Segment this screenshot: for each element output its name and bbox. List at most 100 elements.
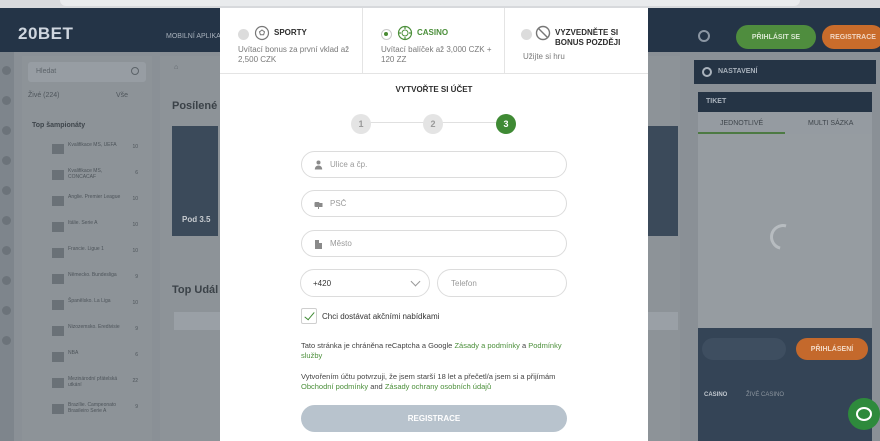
step-3-active: 3	[496, 114, 516, 134]
offers-checkbox[interactable]	[301, 308, 317, 324]
league-name: NBA	[68, 350, 79, 356]
country-flag-icon	[52, 222, 64, 232]
country-flag-icon	[52, 170, 64, 180]
events-filter-bar	[174, 312, 220, 330]
league-row: Brazílie. Campeonato Brasileiro Serie A 9	[30, 402, 144, 420]
league-count: 9	[135, 404, 138, 410]
league-name: Nizozemsko. Eredivisie	[68, 324, 120, 330]
login-button: PŘIHLÁSIT SE	[736, 25, 816, 49]
step-title: VYTVOŘTE SI ÚČET	[395, 85, 473, 94]
browser-url-bar	[60, 0, 800, 6]
ticket-tabs: JEDNOTLIVÉ MULTI SÁZKA	[698, 112, 872, 134]
league-row: Mezinárodní přátelská utkání 22	[30, 376, 144, 394]
promo-section-title: Posílené	[172, 100, 218, 112]
product-option-casino[interactable]: CASINO Uvítací balíček až 3,000 CZK + 12…	[362, 8, 504, 74]
league-row: Kvalifikace MS, UEFA 10	[30, 142, 144, 160]
phone-prefix-select[interactable]: +420	[300, 269, 430, 297]
recaptcha-and: a	[519, 341, 529, 350]
city-input[interactable]	[330, 231, 550, 256]
search-icon	[131, 67, 139, 75]
casino-chip-icon	[397, 25, 413, 41]
register-button: REGISTRACE	[822, 25, 880, 49]
league-count: 6	[135, 352, 138, 358]
product-radio[interactable]	[238, 29, 249, 40]
step-1: 1	[351, 114, 371, 134]
country-flag-icon	[52, 144, 64, 154]
live-chat-button[interactable]	[848, 398, 880, 430]
product-radio[interactable]	[521, 29, 532, 40]
side-login-button: PŘIHLÁSENÍ	[796, 338, 868, 360]
live-casino-tab: ŽIVÉ CASINO	[746, 392, 785, 398]
league-row: Francie. Ligue 1 10	[30, 246, 144, 264]
city-field[interactable]	[301, 230, 567, 257]
league-row: Nizozemsko. Eredivisie 9	[30, 324, 144, 342]
product-selector: SPORTY Uvítací bonus za první vklad až 2…	[220, 8, 648, 74]
league-name: Itálie. Serie A	[68, 220, 98, 226]
country-flag-icon	[52, 248, 64, 258]
settings-gear-icon	[698, 30, 710, 42]
league-name: Německo. Bundesliga	[68, 272, 117, 278]
privacy-policy-link[interactable]: Zásady ochrany osobních údajů	[385, 382, 491, 391]
product-option-sports[interactable]: SPORTY Uvítací bonus za první vklad až 2…	[220, 8, 362, 74]
chat-bubble-icon	[856, 407, 872, 421]
street-field[interactable]	[301, 151, 567, 178]
league-count: 9	[135, 274, 138, 280]
country-flag-icon	[52, 352, 64, 362]
tab-multi: MULTI SÁZKA	[808, 120, 854, 127]
league-count: 10	[132, 196, 138, 202]
terms-link[interactable]: Zásady a podmínky	[454, 341, 519, 350]
product-desc-later: Užijte si hru	[523, 52, 565, 61]
tab-single: JEDNOTLIVÉ	[720, 120, 764, 127]
settings-bar: NASTAVENÍ	[694, 60, 876, 84]
offers-checkbox-label: Chci dostávat akčními nabídkami	[322, 312, 440, 321]
business-terms-link[interactable]: Obchodní podmínky	[301, 382, 368, 391]
league-row: Španělsko. La Liga 10	[30, 298, 144, 316]
product-radio-selected[interactable]	[381, 29, 392, 40]
recaptcha-text: Tato stránka je chráněna reCaptcha a Goo…	[301, 341, 455, 350]
sports-sidebar: Hledat Živé (224) Vše Top šampionáty Kva…	[22, 56, 152, 441]
product-desc-sports: Uvítací bonus za první vklad až 2,500 CZ…	[238, 45, 350, 64]
chevron-down-icon	[410, 276, 421, 287]
zip-field[interactable]	[301, 190, 567, 217]
gear-icon	[702, 67, 712, 77]
league-name: Španělsko. La Liga	[68, 298, 111, 304]
rail-icon	[2, 276, 11, 285]
site-logo: 20BET	[18, 24, 74, 43]
casino-tab: CASINO	[704, 392, 728, 398]
zip-input[interactable]	[330, 191, 550, 216]
country-flag-icon	[52, 196, 64, 206]
rail-icon	[2, 336, 11, 345]
league-name: Brazílie. Campeonato Brasileiro Serie A	[68, 402, 117, 414]
product-option-later[interactable]: VYZVEDNĚTE SI BONUS POZDĚJI Užijte si hr…	[504, 8, 648, 74]
country-flag-icon	[52, 326, 64, 336]
building-icon	[315, 240, 322, 249]
league-row: Itálie. Serie A 10	[30, 220, 144, 238]
ticket-header: TIKET	[698, 92, 872, 112]
phone-field[interactable]	[437, 269, 567, 297]
league-count: 10	[132, 300, 138, 306]
league-count: 9	[135, 326, 138, 332]
league-name: Francie. Ligue 1	[68, 246, 104, 252]
street-input[interactable]	[330, 152, 550, 177]
product-title-casino: CASINO	[417, 28, 449, 37]
product-desc-casino: Uvítací balíček až 3,000 CZK + 120 ZZ	[381, 45, 492, 64]
league-row: Kvalifikace MS, CONCACAF 6	[30, 168, 144, 186]
events-filter-bar	[648, 312, 678, 330]
live-toggle-label: Živé (224)	[28, 92, 60, 99]
league-count: 10	[132, 222, 138, 228]
rail-icon	[2, 126, 11, 135]
browser-bar	[0, 0, 880, 8]
rail-icon	[2, 66, 11, 75]
promo-card: Pod 3.5	[172, 126, 218, 236]
rail-icon	[2, 246, 11, 255]
product-title-later: VYZVEDNĚTE SI BONUS POZDĚJI	[555, 28, 621, 47]
country-flag-icon	[52, 378, 64, 388]
league-name: Anglie. Premier League	[68, 194, 121, 200]
register-submit-button[interactable]: REGISTRACE	[301, 405, 567, 432]
promo-card-text: Pod 3.5	[182, 215, 211, 224]
league-name: Mezinárodní přátelská utkání	[68, 376, 118, 388]
recaptcha-notice: Tato stránka je chráněna reCaptcha a Goo…	[301, 341, 567, 361]
bet-slip-column: NASTAVENÍ TIKET JEDNOTLIVÉ MULTI SÁZKA P…	[694, 56, 876, 441]
league-row: Anglie. Premier League 10	[30, 194, 144, 212]
phone-input[interactable]	[451, 270, 561, 296]
